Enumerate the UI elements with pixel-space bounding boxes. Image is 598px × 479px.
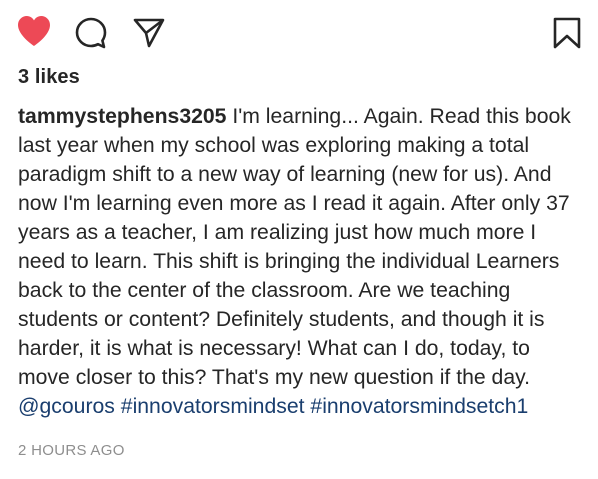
heart-icon[interactable] [16,14,52,48]
username-link[interactable]: tammystephens3205 [18,105,226,128]
post-timestamp: 2 HOURS AGO [18,442,125,459]
post-caption: tammystephens3205 I'm learning... Again.… [18,102,580,421]
caption-text: I'm learning... Again. Read this book la… [18,105,571,389]
action-bar [16,14,582,54]
mention-link[interactable]: @gcouros [18,395,115,418]
share-icon[interactable] [132,16,166,50]
bookmark-icon[interactable] [552,16,582,50]
hashtag-link[interactable]: #innovatorsmindset [121,395,305,418]
hashtag-link[interactable]: #innovatorsmindsetch1 [310,395,528,418]
likes-count[interactable]: 3 likes [18,66,80,89]
comment-icon[interactable] [74,16,108,50]
